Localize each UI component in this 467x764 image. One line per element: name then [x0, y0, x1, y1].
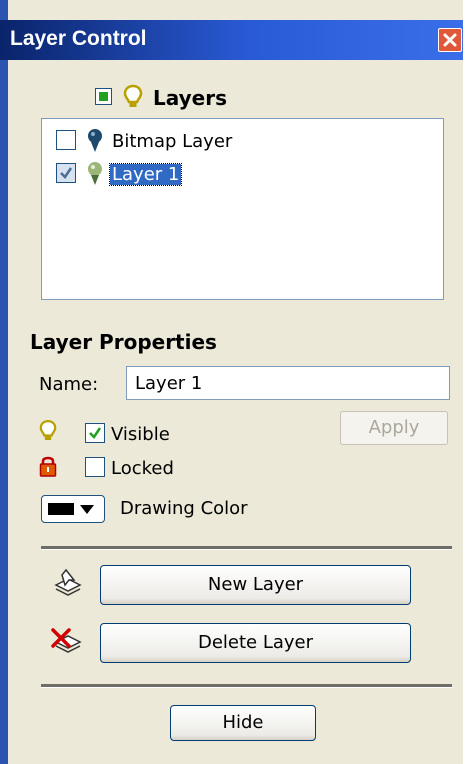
apply-button[interactable]: Apply: [340, 411, 448, 445]
layer-list[interactable]: Bitmap Layer Layer 1: [41, 118, 444, 300]
visible-label: Visible: [111, 424, 170, 445]
lightbulb-icon: [123, 84, 143, 107]
window-title: Layer Control: [10, 27, 147, 50]
locked-checkbox[interactable]: [85, 457, 105, 477]
close-icon: [443, 33, 457, 47]
window-left-border: [0, 0, 8, 764]
drawing-color-label: Drawing Color: [120, 498, 248, 519]
padlock-icon: [39, 456, 57, 477]
new-layer-icon: [54, 568, 82, 596]
drawing-color-picker[interactable]: [41, 495, 105, 523]
visible-checkbox[interactable]: [85, 423, 105, 443]
pin-bulb-icon: [88, 129, 102, 152]
layer-visibility-checkbox[interactable]: [56, 130, 76, 150]
checkmark-icon: [89, 427, 102, 439]
close-button[interactable]: [438, 28, 462, 52]
title-bar[interactable]: Layer Control: [0, 20, 463, 60]
delete-layer-icon: [51, 628, 82, 653]
lightbulb-icon: [39, 419, 57, 440]
locked-label: Locked: [111, 458, 174, 479]
layer-label: Bitmap Layer: [112, 131, 233, 152]
divider: [41, 546, 452, 550]
delete-layer-button[interactable]: Delete Layer: [100, 623, 411, 663]
layer-visibility-checkbox[interactable]: [56, 163, 76, 183]
color-swatch: [48, 503, 74, 515]
hide-button[interactable]: Hide: [170, 705, 316, 741]
layer-control-panel: Layer Control Layers Bitmap Layer Layer …: [0, 0, 463, 764]
layers-header-label: Layers: [153, 86, 227, 110]
all-layers-checkbox[interactable]: [95, 88, 112, 105]
checkmark-icon: [60, 167, 73, 179]
layer-name-input[interactable]: [126, 366, 450, 400]
pin-bulb-icon: [88, 162, 102, 185]
dropdown-arrow-icon: [80, 505, 94, 514]
new-layer-button[interactable]: New Layer: [100, 565, 411, 605]
layer-properties-title: Layer Properties: [30, 330, 217, 354]
name-label: Name:: [39, 374, 99, 395]
divider: [41, 684, 452, 688]
layer-label-selected: Layer 1: [108, 163, 183, 186]
